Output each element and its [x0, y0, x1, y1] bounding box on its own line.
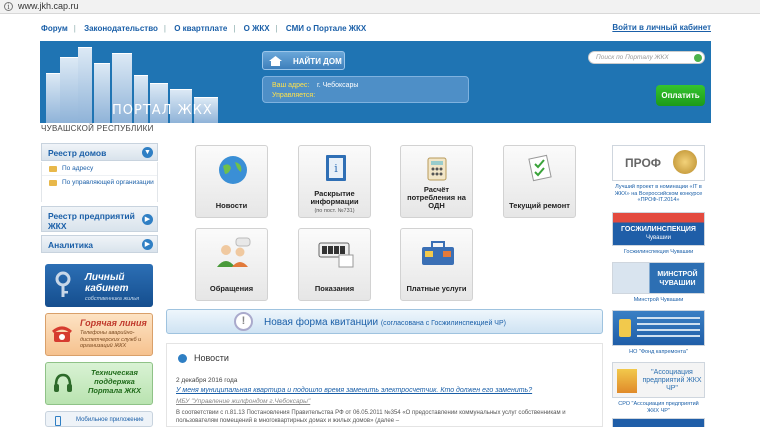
new-receipt-banner[interactable]: ! Новая форма квитанции (согласована с Г… [166, 309, 603, 334]
sidebar-analytics[interactable]: Аналитика ▶ [41, 235, 158, 253]
association-banner[interactable]: "Ассоциация предприятий ЖКХ ЧР" [612, 362, 705, 398]
emblem-icon [619, 319, 631, 337]
folder-icon [49, 166, 57, 172]
personal-cabinet-banner[interactable]: Личный кабинет собственника жилья [45, 264, 153, 307]
region-caption: ЧУВАШСКОЙ РЕСПУБЛИКИ [41, 124, 154, 133]
news-title-link[interactable]: У меня муниципальная квартира и подошло … [176, 387, 532, 394]
sidebar-companies-registry[interactable]: Реестр предприятий ЖКХ ▶ [41, 206, 158, 232]
phone-icon [52, 326, 72, 342]
mobile-app-banner[interactable]: Мобильное приложение [45, 411, 153, 427]
receipt-title: Новая форма квитанции (согласована с Гос… [264, 317, 506, 328]
checklist-icon [528, 154, 552, 182]
building-icon [617, 369, 637, 393]
url-text[interactable]: www.jkh.cap.ru [18, 1, 79, 11]
tile-appeals[interactable]: Обращения [195, 228, 268, 301]
pay-button[interactable]: Оплатить [656, 85, 705, 106]
folder-icon [49, 180, 57, 186]
award-logo-text: ПРОФ [625, 156, 662, 170]
sidebar-houses-registry[interactable]: Реестр домов ▼ [41, 143, 158, 161]
nav-legislation[interactable]: Законодательство [84, 24, 158, 33]
warning-icon: ! [234, 312, 253, 331]
tile-paid-services[interactable]: Платные услуги [400, 228, 473, 301]
tile-odn-calc[interactable]: Расчёт потребления на ОДН [400, 145, 473, 218]
fund-banner[interactable] [612, 310, 705, 346]
book-icon: i [326, 155, 346, 181]
minstroy-banner[interactable]: МИНСТРОЙ ЧУВАШИИ [612, 262, 705, 294]
portal-title: ПОРТАЛ ЖКХ [112, 103, 213, 118]
award-banner[interactable]: ПРОФ [612, 145, 705, 181]
search-input[interactable]: Поиск по Порталу ЖКХ [588, 51, 705, 64]
tile-repair[interactable]: Текущий ремонт [503, 145, 576, 218]
people-icon [217, 237, 251, 267]
info-icon[interactable]: i [4, 2, 13, 11]
chevron-right-icon: ▶ [142, 214, 153, 225]
news-body: В соответствии с п.81.13 Постановления П… [176, 410, 566, 424]
tile-readings[interactable]: Показания [298, 228, 371, 301]
find-home-button[interactable]: НАЙТИ ДОМ [262, 51, 345, 70]
sidebar-item-by-address[interactable]: По адресу [42, 162, 157, 176]
address-box: Ваш адрес: г. Чебоксары Управляется: [262, 76, 469, 103]
house-icon [269, 56, 282, 66]
login-link[interactable]: Войти в личный кабинет [612, 23, 711, 32]
nav-forum[interactable]: Форум [41, 24, 68, 33]
tech-support-banner[interactable]: Техническая поддержка Портала ЖКХ [45, 362, 153, 405]
address-bar[interactable]: i www.jkh.cap.ru [0, 0, 760, 14]
phone-icon [55, 416, 61, 426]
tile-news[interactable]: Новости [195, 145, 268, 218]
svg-text:i: i [334, 162, 338, 175]
news-panel: Новости 2 декабря 2016 года У меня муниц… [166, 343, 603, 427]
association-caption: СРО "Ассоциация предприятий ЖКХ ЧР" [618, 401, 699, 414]
top-nav: Форум | Законодательство | О квартплате | О… [41, 24, 367, 33]
nav-media[interactable]: СМИ о Портале ЖКХ [286, 24, 366, 33]
gji-banner[interactable]: ГОСЖИЛИНСПЕКЦИЯ Чувашии [612, 212, 705, 246]
nav-about[interactable]: О ЖКХ [244, 24, 270, 33]
key-icon [55, 271, 71, 297]
headset-icon [54, 373, 72, 392]
chevron-down-icon: ▼ [142, 147, 153, 158]
toolbox-icon [422, 241, 454, 265]
search-go-icon[interactable] [694, 54, 702, 62]
tile-disclosure[interactable]: i Раскрытие информации (по пост. №731) [298, 145, 371, 218]
hotline-banner[interactable]: Горячая линия Телефоны аварийно-диспетче… [45, 313, 153, 356]
address-label: Ваш адрес: [272, 82, 310, 89]
manager-label: Управляется: [272, 92, 316, 99]
news-date: 2 декабря 2016 года [176, 377, 238, 384]
fund-caption: НО "Фонд капремонта" [629, 349, 688, 355]
meter-icon [318, 242, 354, 268]
sidebar-houses-submenu: По адресу По управляющей организации [41, 162, 158, 202]
calculator-icon [427, 157, 447, 181]
globe-icon [219, 156, 247, 184]
chevron-right-icon: ▶ [142, 239, 153, 250]
partner-banner[interactable] [612, 418, 705, 427]
gji-caption: Госжилинспекция Чувашии [623, 249, 694, 255]
news-heading: Новости [194, 353, 229, 363]
news-icon [178, 354, 187, 363]
medal-icon [673, 150, 697, 174]
nav-rent[interactable]: О квартплате [174, 24, 227, 33]
address-value: г. Чебоксары [317, 82, 359, 89]
award-caption: Лучший проект в номинации «IT в ЖКХ» на … [614, 184, 703, 203]
sidebar-item-by-company[interactable]: По управляющей организации [42, 176, 157, 189]
news-source-link[interactable]: МБУ "Управление жилфондом г.Чебоксары" [176, 398, 310, 405]
minstroy-caption: Минстрой Чувашии [633, 297, 684, 303]
